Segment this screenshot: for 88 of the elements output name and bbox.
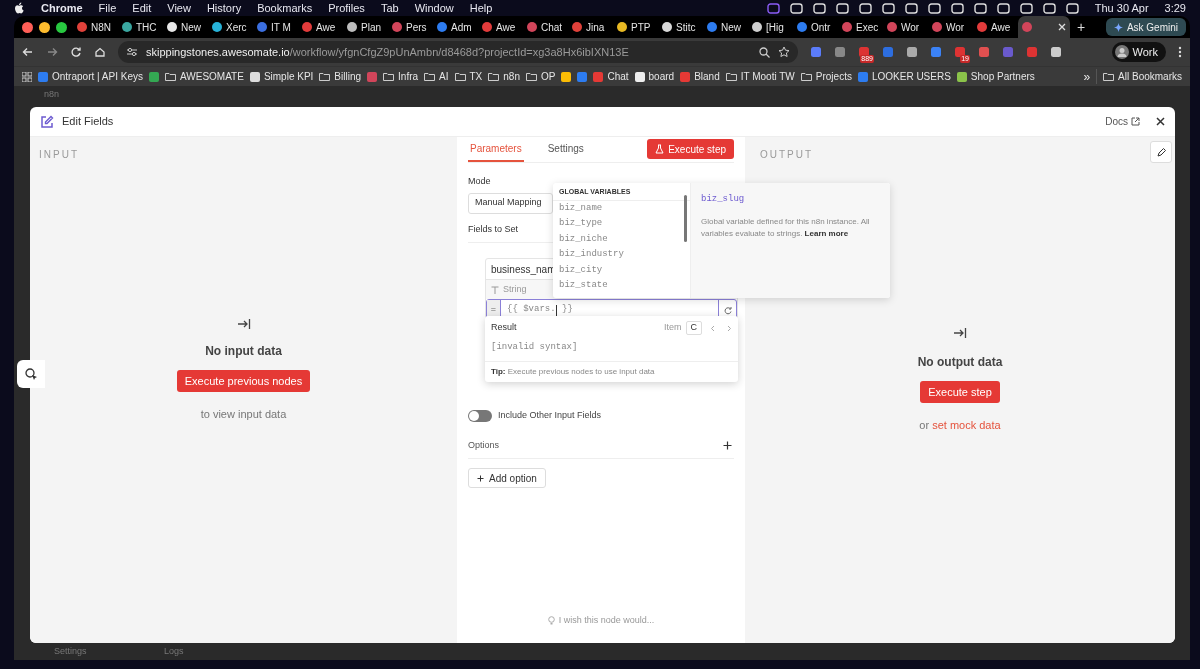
- menu-item[interactable]: Window: [414, 0, 454, 17]
- learn-more-link[interactable]: Learn more: [804, 228, 849, 238]
- browser-tab[interactable]: Ontr: [793, 18, 837, 36]
- menu-clock: 3:29: [1164, 0, 1186, 16]
- browser-tab[interactable]: Chat: [523, 18, 567, 36]
- panel-label: INPUT: [39, 148, 79, 162]
- result-label: Result: [491, 321, 517, 335]
- bookmark-item[interactable]: All Bookmarks: [1096, 69, 1182, 84]
- menu-item[interactable]: History: [206, 0, 242, 17]
- empty-state-hint: or set mock data: [919, 417, 1001, 433]
- execute-step-button[interactable]: Execute step: [920, 380, 1000, 403]
- browser-tab[interactable]: New: [163, 18, 207, 36]
- execute-step-button[interactable]: Execute step: [647, 139, 734, 159]
- menu-item[interactable]: Bookmarks: [257, 0, 313, 17]
- bookmark-item[interactable]: Shop Partners: [956, 69, 1035, 84]
- browser-tab[interactable]: Jina: [568, 18, 612, 36]
- bookmark-item[interactable]: Infra: [383, 69, 419, 84]
- add-option-button[interactable]: Add option: [468, 468, 546, 488]
- empty-state-hint: to view input data: [200, 406, 287, 422]
- docs-link[interactable]: Docs: [1105, 114, 1140, 129]
- bookmark-item[interactable]: board: [634, 69, 675, 84]
- bookmark-item[interactable]: TX: [454, 69, 483, 84]
- url-text: skippingstones.awesomate.io/workflow/yfgnCfgZ9pUnAmbn/d8468d?projectId=xg3a8Hx6ibIXN13E: [146, 44, 630, 60]
- empty-state-title: No input data: [205, 342, 282, 360]
- bookmark-item[interactable]: Chat: [593, 69, 629, 84]
- browser-tab[interactable]: Xerc: [208, 18, 252, 36]
- browser-tab[interactable]: Pers: [388, 18, 432, 36]
- browser-tab[interactable]: Exec: [838, 18, 882, 36]
- menu-item[interactable]: Chrome: [41, 0, 83, 17]
- bookmark-item[interactable]: LOOKER USERS: [857, 69, 951, 84]
- browser-tab[interactable]: [Hig: [748, 18, 792, 36]
- bookmark-item[interactable]: IT Mooti TW: [725, 69, 795, 84]
- browser-tab[interactable]: Wor: [928, 18, 972, 36]
- bookmark-item[interactable]: Billing: [319, 69, 362, 84]
- variable-option[interactable]: biz_industry: [553, 247, 690, 263]
- mode-select[interactable]: Manual Mapping: [468, 192, 553, 214]
- menu-item[interactable]: Edit: [132, 0, 152, 17]
- variable-option[interactable]: biz_name: [553, 200, 690, 216]
- execute-previous-button[interactable]: Execute previous nodes: [176, 369, 311, 392]
- menu-item[interactable]: Help: [469, 0, 493, 17]
- browser-tab[interactable]: N8N: [73, 18, 117, 36]
- modal-title: Edit Fields: [62, 114, 114, 130]
- mock-data-link[interactable]: set mock data: [932, 418, 1001, 431]
- toggle-label: Include Other Input Fields: [498, 409, 602, 422]
- address-bar[interactable]: skippingstones.awesomate.io/workflow/yfgnCfgZ9pUnAmbn/d8468d?projectId=xg3a8Hx6ibIXN13E: [118, 41, 798, 63]
- menu-item[interactable]: Profiles: [328, 0, 365, 17]
- item-label: Item: [664, 321, 682, 335]
- bookmark-item[interactable]: AWESOMATE: [165, 69, 244, 84]
- profile-button[interactable]: Work: [1111, 42, 1166, 62]
- field-label: Mode: [468, 175, 492, 188]
- browser-tab[interactable]: Plan: [343, 18, 387, 36]
- new-tab-button[interactable]: +: [1071, 16, 1092, 38]
- panel-label: OUTPUT: [760, 148, 814, 162]
- bookmark-item[interactable]: OP: [526, 69, 556, 84]
- panel-tab[interactable]: Settings: [545, 136, 586, 162]
- browser-tab[interactable]: THC: [118, 18, 162, 36]
- app-logo: n8n: [44, 88, 60, 101]
- gemini-button[interactable]: Ask Gemini: [1105, 18, 1186, 36]
- item-input[interactable]: C: [685, 321, 702, 335]
- bookmark-item[interactable]: Ontraport | API Keys: [38, 69, 143, 84]
- empty-state-title: No output data: [917, 353, 1003, 371]
- section-label: Options: [468, 438, 500, 452]
- result-value: [invalid syntax]: [490, 341, 579, 354]
- browser-tab[interactable]: PTP: [613, 18, 657, 36]
- browser-tab[interactable]: Awe: [973, 18, 1017, 36]
- menu-item[interactable]: View: [167, 0, 191, 17]
- browser-tab[interactable]: Awe: [478, 18, 522, 36]
- variable-name: biz_slug: [701, 193, 746, 206]
- bookmark-item[interactable]: AI: [424, 69, 449, 84]
- bookmark-item[interactable]: Bland: [680, 69, 720, 84]
- variable-option[interactable]: biz_city: [553, 262, 690, 278]
- browser-tab[interactable]: IT M: [253, 18, 297, 36]
- more-bookmarks-button[interactable]: »: [1083, 67, 1091, 86]
- panel-tab[interactable]: Parameters: [468, 136, 524, 162]
- browser-tab[interactable]: Awe: [298, 18, 342, 36]
- menu-clock: Thu 30 Apr: [1094, 0, 1149, 16]
- tip-text: Tip: Execute previous nodes to use input data: [485, 361, 738, 382]
- menu-item[interactable]: Tab: [380, 0, 399, 17]
- browser-tab[interactable]: Adm: [433, 18, 477, 36]
- browser-tab[interactable]: Stitc: [658, 18, 702, 36]
- bookmark-item[interactable]: n8n: [488, 69, 520, 84]
- browser-tab[interactable]: New: [703, 18, 747, 36]
- variable-description: Global variable defined for this n8n instance. All variables evaluate to strings. Learn more: [701, 215, 871, 240]
- menu-item[interactable]: File: [98, 0, 117, 17]
- bookmark-item[interactable]: Simple KPI: [249, 69, 314, 84]
- variable-option[interactable]: biz_state: [553, 278, 690, 294]
- browser-tab[interactable]: Wor: [883, 18, 927, 36]
- bookmark-item[interactable]: Projects: [800, 69, 852, 84]
